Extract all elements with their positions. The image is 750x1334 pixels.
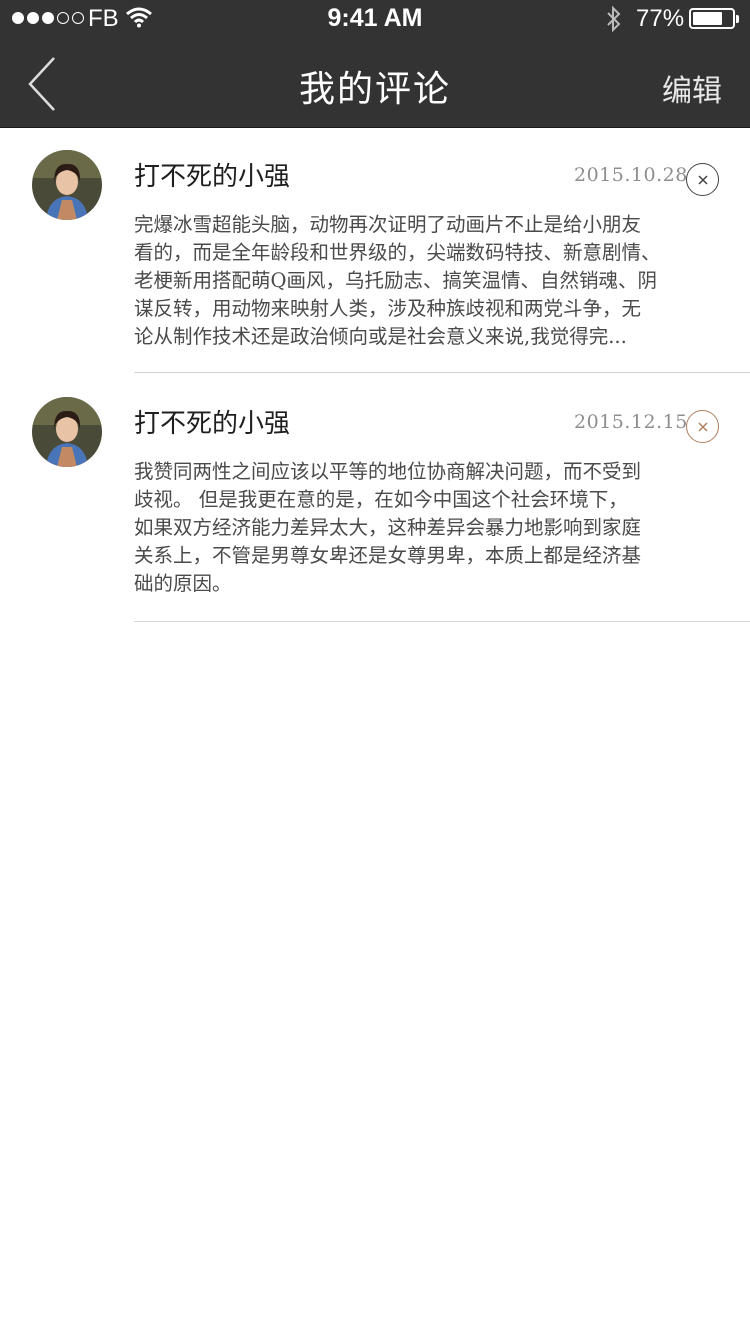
comment-line: 看的，而是全年龄段和世界级的，尖端数码特技、新意剧情、 [134,241,661,264]
comment-date: 2015.10.28 [574,164,688,186]
comment-line: 论从制作技术还是政治倾向或是社会意义来说,我觉得完... [134,325,627,348]
comment-line: 关系上，不管是男尊女卑还是女尊男卑，本质上都是经济基 [134,544,642,567]
comment-line: 歧视。 但是我更在意的是，在如今中国这个社会环境下， [134,488,628,511]
comment-text[interactable]: 我赞同两性之间应该以平等的地位协商解决问题，而不受到 歧视。 但是我更在意的是，… [134,458,674,598]
comment-line: 如果双方经济能力差异太大，这种差异会暴力地影响到家庭 [134,516,642,539]
comment-line: 老梗新用搭配萌Q画风，乌托励志、搞笑温情、自然销魂、阴 [134,269,657,292]
status-bar: FB 9:41 AM 77% [0,0,750,40]
comment-item[interactable]: 打不死的小强 2015.12.15 我赞同两性之间应该以平等的地位协商解决问题，… [0,375,750,622]
comment-username[interactable]: 打不死的小强 [134,403,290,440]
avatar[interactable] [32,397,102,467]
comment-line: 谋反转，用动物来映射人类，涉及种族歧视和两党斗争，无 [134,297,642,320]
comment-line: 我赞同两性之间应该以平等的地位协商解决问题，而不受到 [134,460,642,483]
divider [134,372,750,373]
battery-cap [736,15,739,23]
close-icon [697,421,708,432]
delete-button[interactable] [686,163,719,196]
delete-button[interactable] [686,410,719,443]
comment-item[interactable]: 打不死的小强 2015.10.28 完爆冰雪超能头脑，动物再次证明了动画片不止是… [0,128,750,373]
comment-username[interactable]: 打不死的小强 [134,156,290,193]
battery-icon [689,8,735,29]
comment-line: 础的原因。 [134,572,232,595]
comment-text[interactable]: 完爆冰雪超能头脑，动物再次证明了动画片不止是给小朋友 看的，而是全年龄段和世界级… [134,211,674,351]
navigation-bar: 我的评论 编辑 [0,40,750,128]
close-icon [697,174,708,185]
comment-line: 完爆冰雪超能头脑，动物再次证明了动画片不止是给小朋友 [134,213,642,236]
edit-button[interactable]: 编辑 [662,66,722,110]
battery-percentage: 77% [636,5,685,32]
page-title: 我的评论 [298,69,451,110]
comment-date: 2015.12.15 [574,411,688,433]
bluetooth-icon [607,5,621,33]
avatar[interactable] [32,150,102,220]
divider [134,621,750,622]
